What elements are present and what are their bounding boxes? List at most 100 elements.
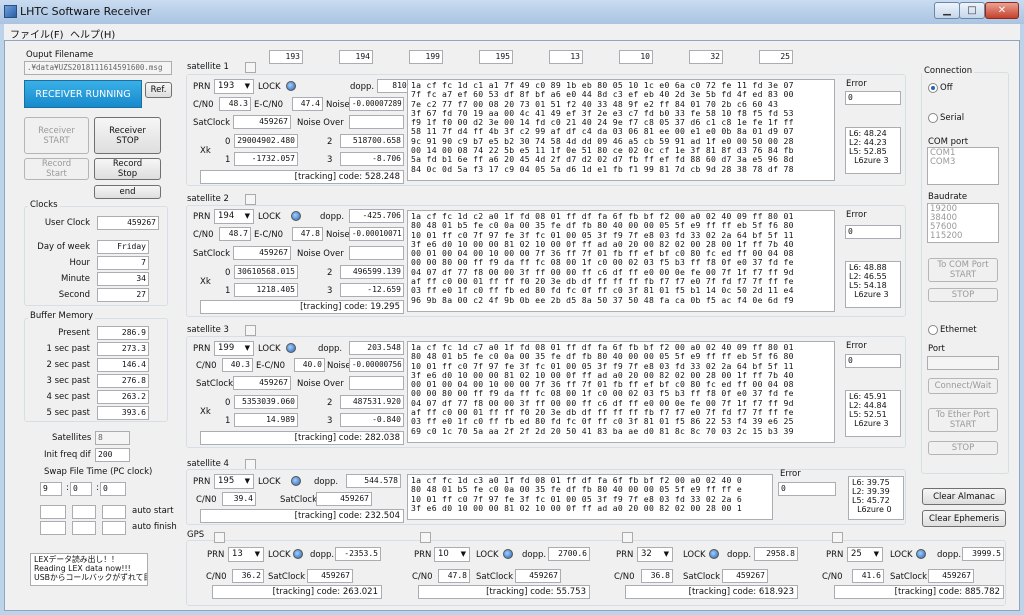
auto-start-hour-input[interactable] (40, 505, 66, 519)
port-input[interactable] (927, 356, 999, 370)
sat1-xk-index-2: 2 (327, 137, 333, 147)
sat1-prn-label: PRN (193, 82, 211, 92)
sat4-lock-indicator (291, 476, 301, 486)
auto-start-second-input[interactable] (102, 505, 126, 519)
gps2-prn-select[interactable]: 10 ▼ (434, 547, 470, 562)
sat1-noiseover-value (349, 115, 404, 129)
gps2-prn-label: PRN (414, 550, 432, 560)
chevron-down-icon: ▼ (663, 550, 669, 558)
sat3-lock-label: LOCK (258, 344, 281, 354)
off-radio[interactable] (928, 83, 938, 93)
gps1-prn-select[interactable]: 13 ▼ (228, 547, 264, 562)
sat1-lock-indicator (286, 81, 296, 91)
title-bar: LHTC Software Receiver ▁ □ ✕ (0, 0, 1024, 24)
baudrate-list[interactable]: 19200 38400 57600 115200 (927, 203, 999, 243)
record-stop-button[interactable]: Record Stop (94, 158, 161, 180)
sat2-prn-select[interactable]: 194 ▼ (214, 209, 254, 224)
sat1-prn-select[interactable]: 193 ▼ (214, 79, 254, 94)
clear-almanac-button[interactable]: Clear Almanac (922, 488, 1006, 505)
sat3-noiseover-value (349, 376, 404, 390)
sat-number-4: 195 (479, 50, 513, 64)
serial-radio[interactable] (928, 113, 938, 123)
sat4-prn-select[interactable]: 195 ▼ (214, 474, 254, 489)
output-filename-field[interactable]: .¥data¥UZS2018111614591600.msg (24, 61, 172, 75)
sat3-status: [tracking] code: 282.038 (200, 431, 404, 445)
ethernet-radio[interactable] (928, 325, 938, 335)
sat4-dopp-label: dopp. (314, 477, 339, 487)
day-of-week-value: Friday (97, 240, 149, 254)
close-button[interactable]: ✕ (985, 2, 1019, 19)
ref-button[interactable]: Ref. (145, 82, 172, 98)
gps1-cn0-label: C/N0 (206, 572, 227, 582)
sat4-dopp-value: 544.578 (346, 474, 401, 488)
sat1-dopp-label: dopp. (350, 82, 375, 92)
sat2-error-label: Error (846, 210, 867, 220)
gps2-checkbox[interactable] (420, 532, 431, 543)
sat2-xk-index-0: 0 (225, 268, 231, 278)
receiver-stop-button[interactable]: Receiver STOP (94, 117, 161, 154)
init-freq-dif-input[interactable]: 200 (95, 448, 130, 462)
gps1-dopp-label: dopp. (310, 550, 335, 560)
gps3-satclock-value: 459267 (722, 569, 768, 583)
maximize-button[interactable]: □ (959, 2, 985, 19)
sat1-error-value: 0 (845, 91, 901, 105)
gps3-checkbox[interactable] (622, 532, 633, 543)
auto-finish-second-input[interactable] (102, 521, 126, 535)
sat-number-3: 199 (409, 50, 443, 64)
sat1-cn0-value: 48.3 (219, 97, 251, 111)
swap-hour-input[interactable]: 9 (40, 482, 62, 496)
sat2-checkbox[interactable] (245, 194, 256, 205)
sat4-error-label: Error (780, 469, 801, 479)
sat1-ecn0-value: 47.4 (292, 97, 323, 111)
ether-stop-button[interactable]: STOP (928, 441, 998, 455)
gps1-prn-label: PRN (207, 550, 225, 560)
sat1-xk1-value: -1732.057 (234, 152, 298, 166)
buffer-present-label: Present (58, 328, 90, 338)
swap-second-input[interactable]: 0 (100, 482, 126, 496)
sat3-xk-label: Xk (200, 407, 211, 417)
menu-help[interactable]: ヘルプ(H) (70, 26, 115, 41)
swap-colon-2: : (96, 483, 99, 493)
sat1-xk3-value: -8.706 (340, 152, 404, 166)
record-start-button[interactable]: Record Start (24, 158, 89, 180)
sat4-cn0-label: C/N0 (196, 495, 217, 505)
sat1-checkbox[interactable] (245, 62, 256, 73)
sat2-title: satellite 2 (187, 194, 229, 204)
gps2-lock-label: LOCK (476, 550, 499, 560)
auto-finish-hour-input[interactable] (40, 521, 66, 535)
swap-minute-input[interactable]: 0 (70, 482, 92, 496)
minimize-button[interactable]: ▁ (934, 2, 960, 19)
gps4-checkbox[interactable] (832, 532, 843, 543)
gps2-satclock-label: SatClock (476, 572, 514, 582)
sat3-checkbox[interactable] (245, 325, 256, 336)
sat2-hex-data: 1a cf fc 1d c2 a0 1f fd 08 01 ff df fa 6… (407, 210, 835, 312)
gps3-prn-select[interactable]: 32 ▼ (637, 547, 673, 562)
gps4-cn0-value: 41.6 (852, 569, 884, 583)
com-stop-button[interactable]: STOP (928, 288, 998, 302)
menu-file[interactable]: ファイル(F) (10, 26, 64, 41)
com-port-list[interactable]: COM1 COM3 (927, 147, 999, 185)
to-com-port-start-button[interactable]: To COM Port START (928, 258, 998, 282)
sat3-prn-select[interactable]: 199 ▼ (214, 341, 254, 356)
gps1-checkbox[interactable] (214, 532, 225, 543)
sat2-lock-indicator (291, 211, 301, 221)
gps3-cn0-label: C/N0 (614, 572, 635, 582)
auto-start-minute-input[interactable] (72, 505, 96, 519)
sat3-xk2-value: 487531.920 (340, 395, 404, 409)
gps4-prn-select[interactable]: 25 ▼ (847, 547, 883, 562)
sat2-xk2-value: 496599.139 (340, 265, 404, 279)
to-ether-port-start-button[interactable]: To Ether Port START (928, 408, 998, 432)
sat-number-7: 32 (689, 50, 723, 64)
gps4-satclock-label: SatClock (890, 572, 928, 582)
gps4-prn-label: PRN (826, 550, 844, 560)
clear-ephemeris-button[interactable]: Clear Ephemeris (922, 510, 1006, 527)
auto-finish-minute-input[interactable] (72, 521, 96, 535)
sat2-ecn0-value: 47.8 (292, 227, 323, 241)
sat2-dopp-label: dopp. (320, 212, 345, 222)
message-log: LEXデータ読み出し！！ Reading LEX data now!!! USB… (30, 553, 148, 586)
end-button[interactable]: end (94, 185, 161, 199)
connect-wait-button[interactable]: Connect/Wait (928, 378, 998, 394)
sat1-status: [tracking] code: 528.248 (200, 170, 404, 184)
sat3-cn0-value: 40.3 (222, 358, 253, 372)
receiver-start-button[interactable]: Receiver START (24, 117, 89, 154)
